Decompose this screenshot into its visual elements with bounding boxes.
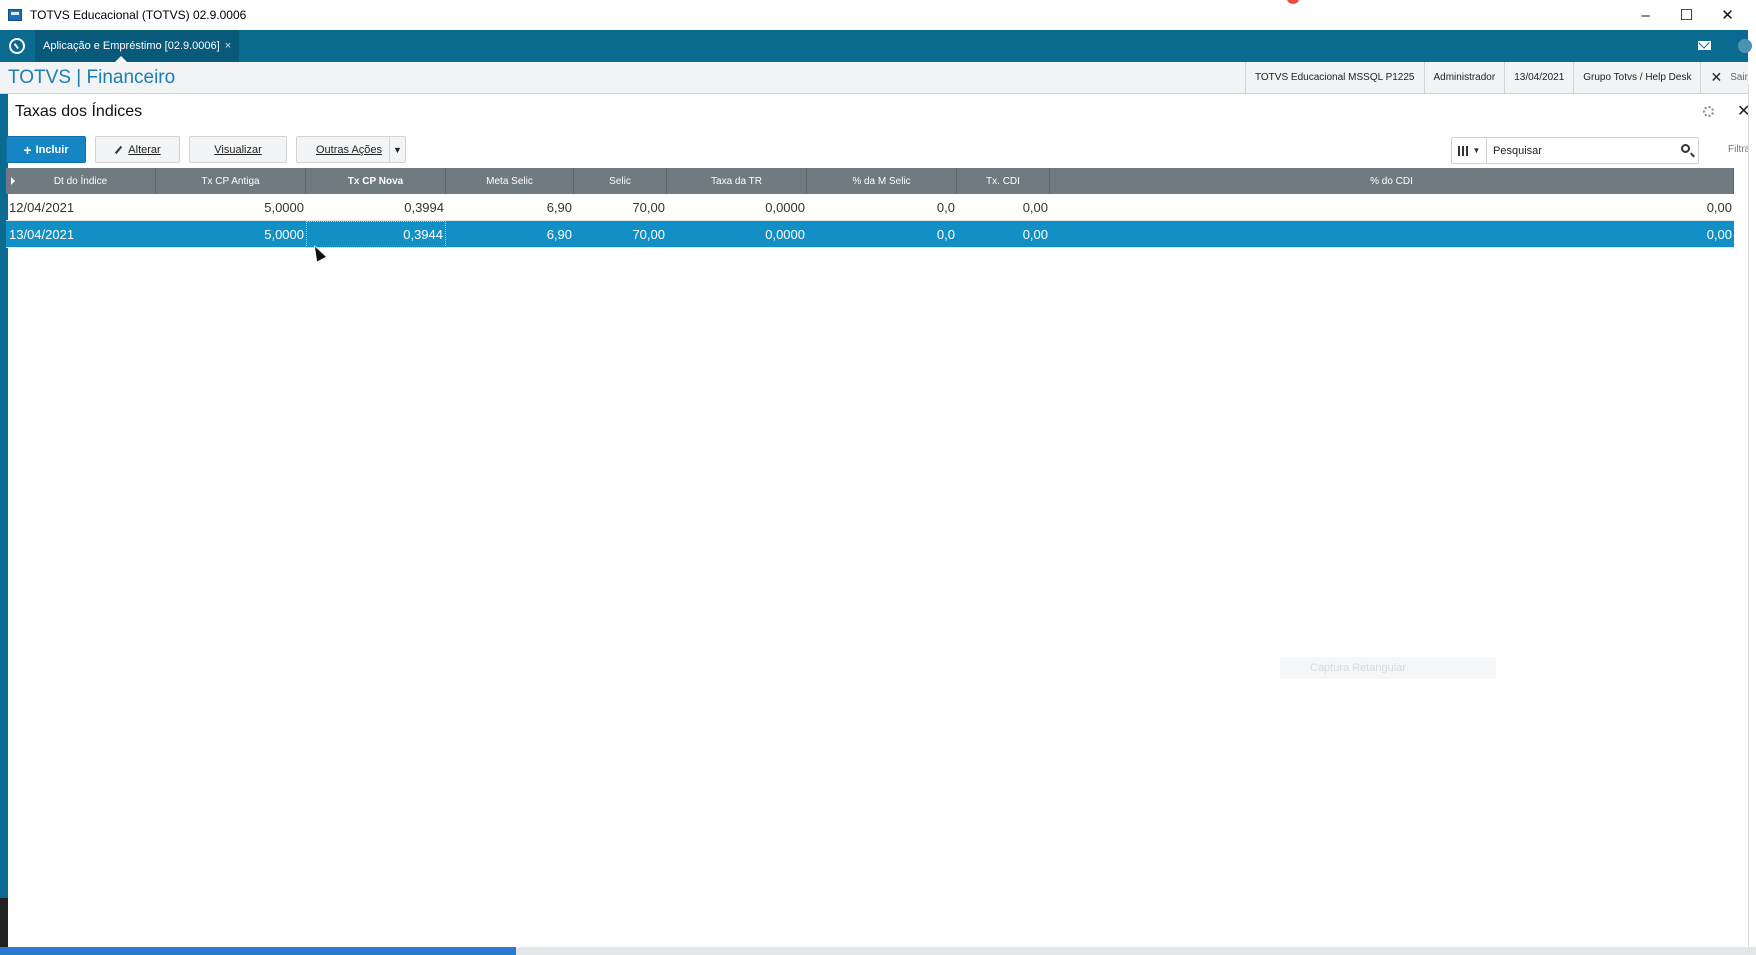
grid-header: Dt do Índice Tx CP Antiga Tx CP Nova Met… — [6, 168, 1734, 194]
close-window-button[interactable]: ✕ — [1707, 0, 1748, 30]
header-info-database: TOTVS Educacional MSSQL P1225 — [1244, 62, 1424, 93]
cell-perc-cdi: 0,00 — [1706, 200, 1732, 215]
cell-meta-selic: 6,90 — [546, 227, 572, 242]
search-input[interactable] — [1493, 144, 1673, 157]
tab-close-icon[interactable]: × — [225, 40, 231, 52]
search-icon[interactable] — [1681, 144, 1690, 153]
cell-tx-cp-nova: 0,3994 — [404, 200, 444, 215]
brand-title: TOTVS | Financeiro — [8, 66, 176, 88]
window-controls: – ☐ ✕ — [1625, 0, 1748, 30]
cell-tx-cp-antiga: 5,0000 — [264, 200, 304, 215]
right-edge — [1748, 84, 1756, 947]
cell-selic: 70,00 — [632, 200, 665, 215]
columns-icon-bar — [1461, 145, 1464, 156]
cell-tx-cdi: 0,00 — [1022, 227, 1048, 242]
columns-icon-bar — [1465, 145, 1468, 156]
cell-dt-indice: 12/04/2021 — [9, 200, 75, 215]
tab-bar: Aplicação e Empréstimo [02.9.0006] × — [0, 30, 1752, 62]
alterar-label: Alterar — [128, 143, 161, 156]
plus-icon: + — [23, 141, 32, 158]
cell-perc-m-selic: 0,0 — [936, 200, 955, 215]
outras-acoes-label: Outras Ações — [316, 143, 383, 156]
cell-perc-m-selic: 0,0 — [936, 227, 955, 242]
header-info: TOTVS Educacional MSSQL P1225 Administra… — [1244, 62, 1748, 93]
column-header-tx-cp-nova[interactable]: Tx CP Nova — [306, 168, 446, 194]
notification-dot — [1287, 0, 1299, 4]
incluir-button[interactable]: + Incluir — [6, 136, 86, 163]
cell-dt-indice: 13/04/2021 — [9, 227, 75, 242]
columns-icon — [1457, 145, 1460, 156]
cell-meta-selic: 6,90 — [546, 200, 572, 215]
window-title: TOTVS Educacional (TOTVS) 02.9.0006 — [30, 8, 247, 22]
column-header-tx-cp-antiga[interactable]: Tx CP Antiga — [156, 168, 306, 194]
visualizar-label: Visualizar — [214, 143, 262, 156]
home-icon[interactable] — [9, 38, 25, 54]
tab-aplicacao-emprestimo[interactable]: Aplicação e Empréstimo [02.9.0006] × — [35, 30, 240, 62]
logout-button[interactable]: ✕ Sair — [1700, 62, 1748, 93]
left-edge-dark — [0, 898, 8, 947]
table-row-selected[interactable]: 13/04/2021 5,0000 0,3944 6,90 70,00 0,00… — [6, 221, 1734, 248]
column-header-selic[interactable]: Selic — [574, 168, 667, 194]
minimize-button[interactable]: – — [1625, 0, 1666, 30]
cell-tx-cdi: 0,00 — [1022, 200, 1048, 215]
chevron-down-icon: ▼ — [1472, 146, 1481, 155]
column-header-meta-selic[interactable]: Meta Selic — [446, 168, 574, 194]
alterar-button[interactable]: Alterar — [95, 136, 180, 163]
cell-taxa-tr: 0,0000 — [765, 200, 805, 215]
outras-acoes-dropdown-icon[interactable]: ▼ — [389, 137, 405, 162]
toolbar: + Incluir Alterar Visualizar Outras Açõe… — [6, 136, 406, 163]
horizontal-scrollbar[interactable] — [0, 947, 1756, 955]
ghost-capture-label: Captura Retangular — [1280, 657, 1496, 679]
app-icon — [8, 9, 22, 21]
column-header-perc-cdi[interactable]: % do CDI — [1050, 168, 1734, 194]
incluir-label: Incluir — [35, 143, 69, 156]
search-box: ▼ — [1451, 137, 1699, 164]
scrollbar-thumb[interactable] — [0, 947, 516, 955]
column-header-dt-indice[interactable]: Dt do Índice — [6, 168, 156, 194]
pencil-icon — [115, 145, 123, 154]
header-info-user: Administrador — [1423, 62, 1505, 93]
page-title: Taxas dos Índices — [15, 103, 143, 120]
header-info-group: Grupo Totvs / Help Desk — [1573, 62, 1700, 93]
logout-label: Sair — [1730, 72, 1748, 83]
columns-selector[interactable]: ▼ — [1452, 138, 1487, 163]
column-header-perc-m-selic[interactable]: % da M Selic — [807, 168, 957, 194]
cell-tx-cp-nova: 0,3944 — [306, 221, 446, 248]
column-header-taxa-tr[interactable]: Taxa da TR — [667, 168, 807, 194]
cell-selic: 70,00 — [632, 227, 665, 242]
app-header: TOTVS | Financeiro TOTVS Educacional MSS… — [0, 62, 1748, 94]
cell-tx-cp-antiga: 5,0000 — [264, 227, 304, 242]
maximize-button[interactable]: ☐ — [1666, 0, 1707, 30]
column-header-tx-cdi[interactable]: Tx. CDI — [957, 168, 1050, 194]
row-marker-icon — [11, 177, 15, 185]
help-icon[interactable] — [1738, 39, 1752, 53]
visualizar-button[interactable]: Visualizar — [189, 136, 287, 163]
data-grid: Dt do Índice Tx CP Antiga Tx CP Nova Met… — [6, 168, 1734, 248]
table-row[interactable]: 12/04/2021 5,0000 0,3994 6,90 70,00 0,00… — [6, 194, 1734, 221]
tab-label: Aplicação e Empréstimo [02.9.0006] — [43, 40, 220, 52]
mail-icon[interactable] — [1698, 41, 1711, 50]
gear-icon[interactable] — [1703, 106, 1714, 117]
cell-perc-cdi: 0,00 — [1706, 227, 1732, 242]
logout-icon: ✕ — [1710, 69, 1723, 85]
header-info-date: 13/04/2021 — [1504, 62, 1573, 93]
title-bar: TOTVS Educacional (TOTVS) 02.9.0006 – ☐ … — [0, 0, 1748, 30]
cell-taxa-tr: 0,0000 — [765, 227, 805, 242]
outras-acoes-button[interactable]: Outras Ações ▼ — [296, 136, 406, 163]
